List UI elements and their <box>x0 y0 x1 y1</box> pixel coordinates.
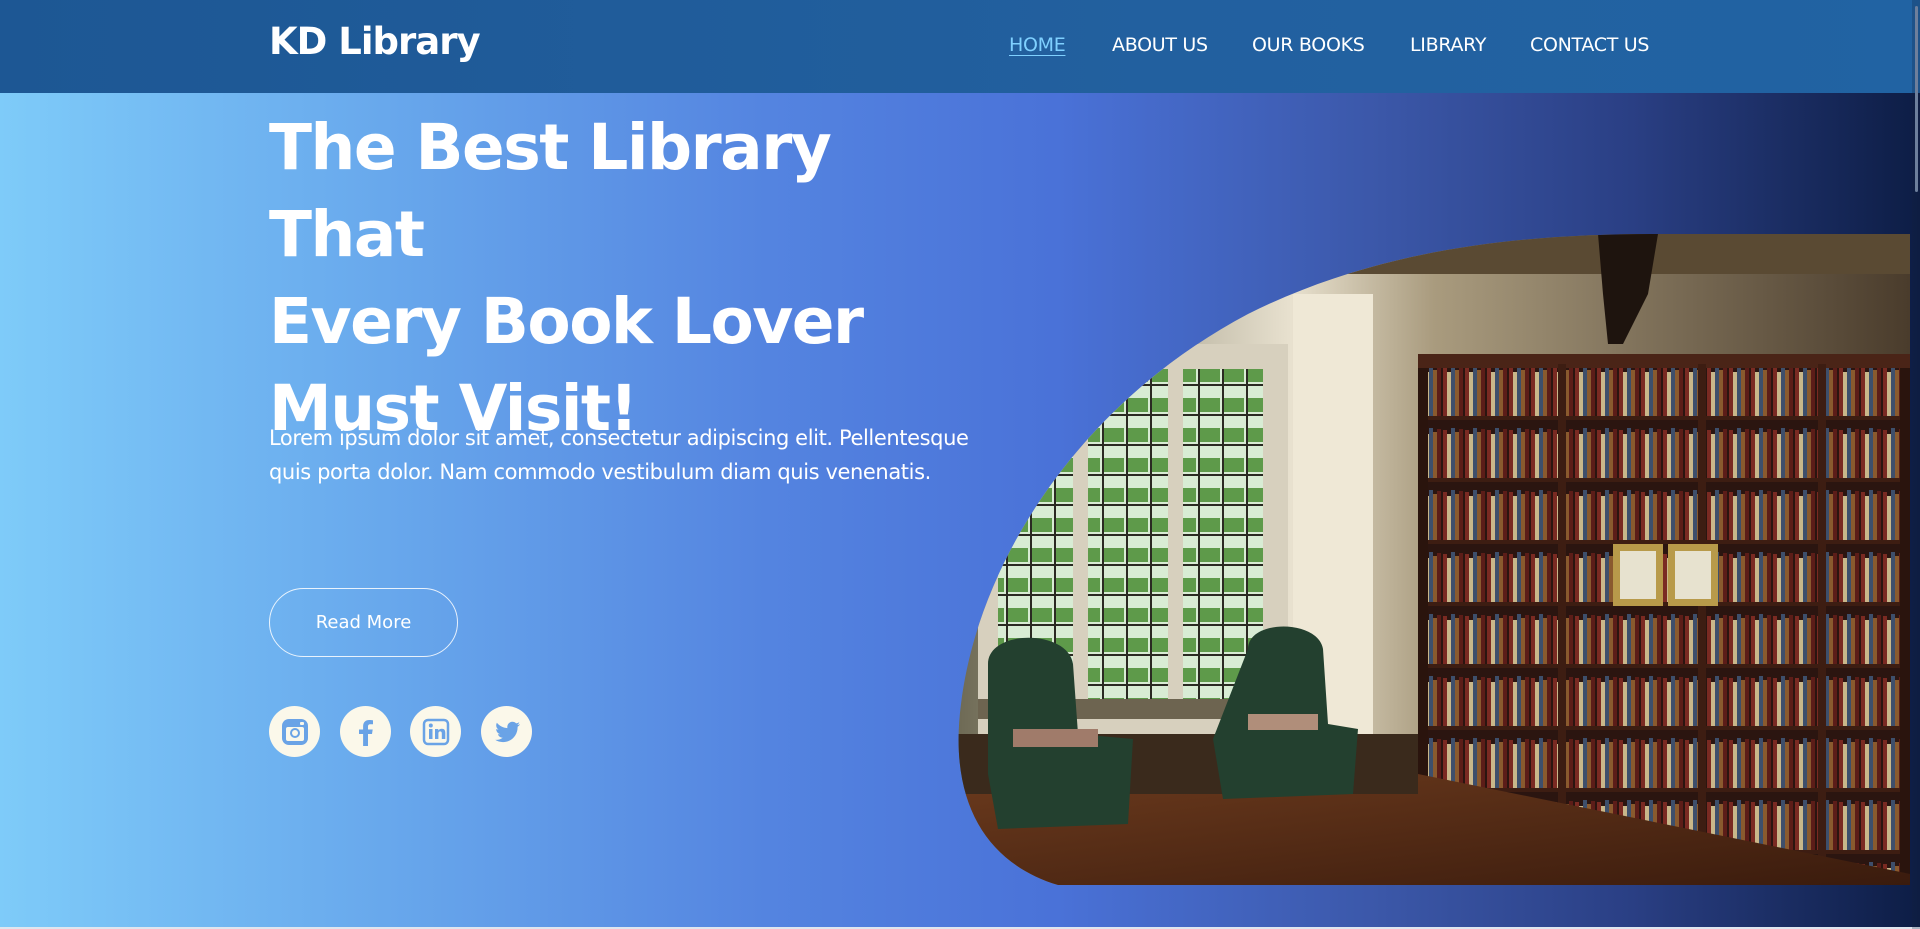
library-interior-photo <box>958 234 1910 885</box>
headline-line: Every Book Lover <box>269 285 864 358</box>
scrollbar-thumb[interactable] <box>1915 6 1918 192</box>
read-more-button[interactable]: Read More <box>269 588 458 657</box>
hero-description: Lorem ipsum dolor sit amet, consectetur … <box>269 426 969 484</box>
twitter-icon[interactable] <box>481 706 532 757</box>
nav-our-books[interactable]: OUR BOOKS <box>1252 34 1365 56</box>
facebook-icon[interactable] <box>340 706 391 757</box>
scrollbar[interactable] <box>1912 0 1920 929</box>
nav-contact-us[interactable]: CONTACT US <box>1530 34 1649 56</box>
site-header: KD Library HOME ABOUT US OUR BOOKS LIBRA… <box>0 0 1920 93</box>
nav-home[interactable]: HOME <box>1009 34 1066 56</box>
nav-library[interactable]: LIBRARY <box>1410 34 1486 56</box>
headline-line: The Best Library That <box>269 111 832 271</box>
nav-about-us[interactable]: ABOUT US <box>1112 34 1208 56</box>
linkedin-icon[interactable] <box>410 706 461 757</box>
instagram-icon[interactable] <box>269 706 320 757</box>
brand-logo[interactable]: KD Library <box>269 20 481 63</box>
hero-headline: The Best Library That Every Book Lover M… <box>269 104 989 452</box>
